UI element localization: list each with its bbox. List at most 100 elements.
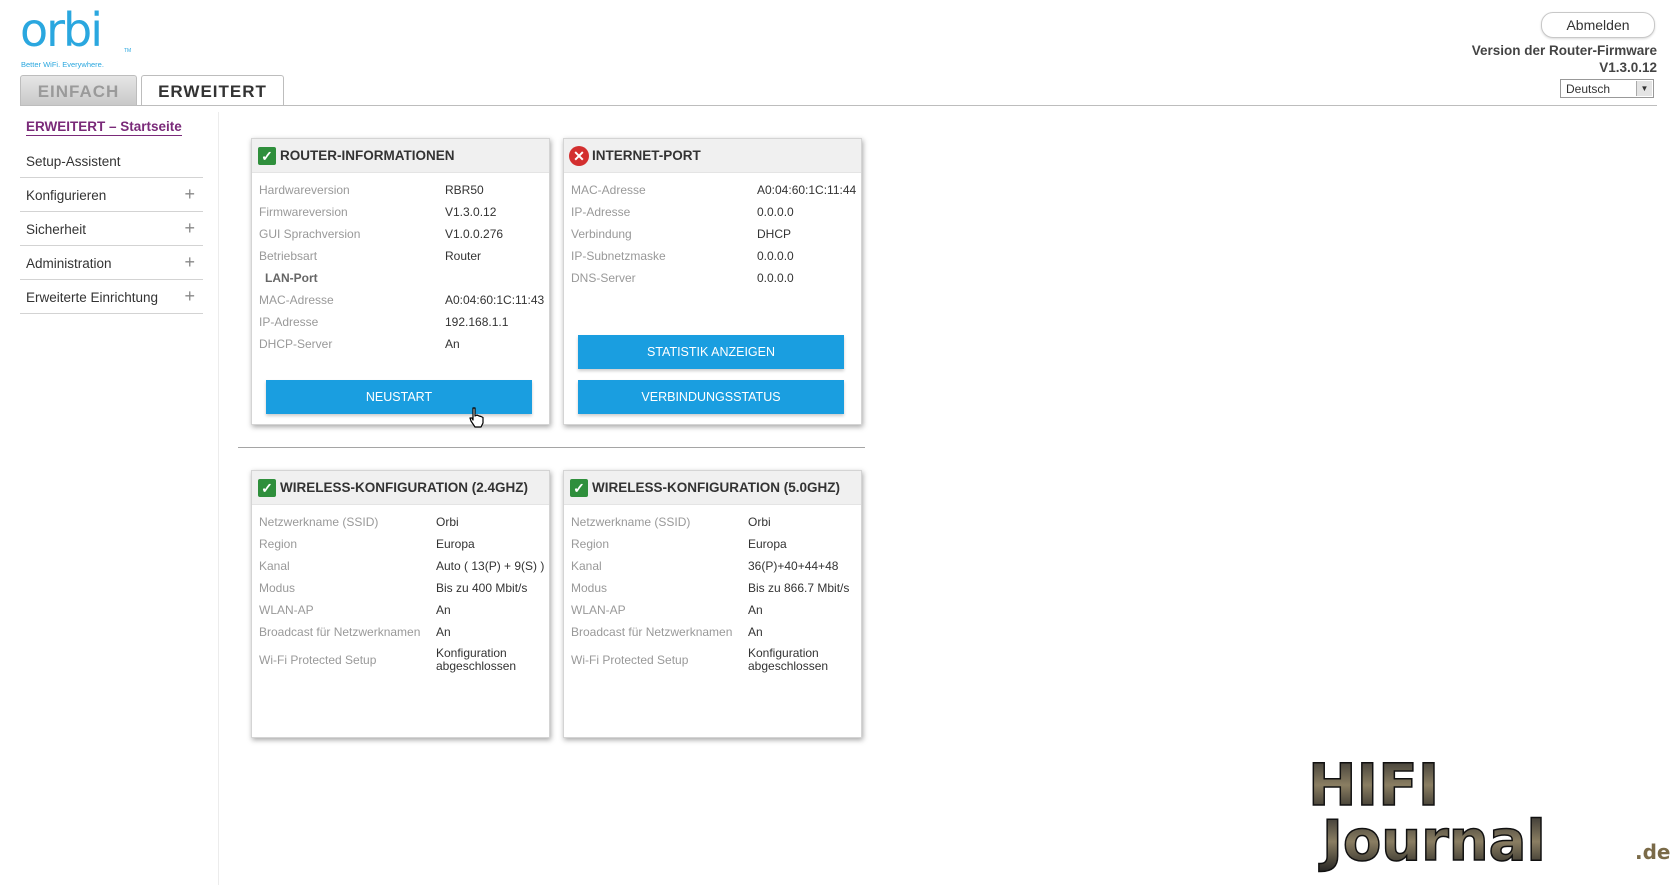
lan-port-heading: LAN-Port bbox=[265, 271, 318, 285]
tab-einfach[interactable]: EINFACH bbox=[20, 75, 137, 105]
section-divider bbox=[238, 447, 865, 448]
sidebar-item-configure[interactable]: Konfigurieren + bbox=[20, 178, 203, 212]
sidebar-separator bbox=[218, 112, 219, 885]
row-value: An bbox=[748, 603, 763, 617]
row-value: Europa bbox=[748, 537, 787, 551]
row-label: GUI Sprachversion bbox=[259, 227, 361, 241]
row-label: Broadcast für Netzwerknamen bbox=[571, 625, 733, 639]
row-value: Konfiguration abgeschlossen bbox=[436, 646, 517, 673]
row-label: Kanal bbox=[259, 559, 290, 573]
row-value: 0.0.0.0 bbox=[757, 271, 794, 285]
sidebar-item-label: Administration bbox=[26, 256, 112, 271]
row-label: DNS-Server bbox=[571, 271, 636, 285]
firmware-version: V1.3.0.12 bbox=[1599, 60, 1657, 75]
row-value: DHCP bbox=[757, 227, 792, 241]
row-value: Bis zu 866.7 Mbit/s bbox=[748, 581, 850, 595]
panel-title: WIRELESS-KONFIGURATION (5.0GHZ) bbox=[592, 480, 840, 495]
sidebar-item-home[interactable]: ERWEITERT – Startseite bbox=[26, 119, 182, 136]
row-value: V1.0.0.276 bbox=[445, 227, 504, 241]
wireless-50ghz-panel: ✓ WIRELESS-KONFIGURATION (5.0GHZ) Netzwe… bbox=[563, 470, 862, 738]
logo-trademark: TM bbox=[124, 48, 132, 54]
sidebar-item-label: Konfigurieren bbox=[26, 188, 107, 203]
row-value: RBR50 bbox=[445, 183, 484, 197]
sidebar-item-security[interactable]: Sicherheit + bbox=[20, 212, 203, 246]
row-label: Wi-Fi Protected Setup bbox=[571, 653, 689, 667]
row-value: 36(P)+40+44+48 bbox=[748, 559, 839, 573]
watermark-line2: Journal bbox=[1318, 809, 1546, 874]
row-value: Bis zu 400 Mbit/s bbox=[436, 581, 528, 595]
row-value: 0.0.0.0 bbox=[757, 249, 794, 263]
language-value: Deutsch bbox=[1566, 82, 1611, 96]
row-value: An bbox=[436, 603, 451, 617]
sidebar-item-label: Sicherheit bbox=[26, 222, 87, 237]
orbi-logo: orbi TM Better WiFi. Everywhere. bbox=[20, 3, 132, 70]
row-value: Router bbox=[445, 249, 482, 263]
reboot-button[interactable]: NEUSTART bbox=[266, 380, 532, 414]
router-info-panel: ✓ ROUTER-INFORMATIONEN Hardwareversion R… bbox=[251, 138, 550, 428]
watermark-suffix: .de bbox=[1635, 840, 1670, 864]
dropdown-arrow-icon[interactable]: ▼ bbox=[1636, 81, 1652, 96]
row-value: An bbox=[445, 337, 460, 351]
row-value: Konfiguration abgeschlossen bbox=[748, 646, 829, 673]
row-label: Kanal bbox=[571, 559, 602, 573]
row-label: IP-Adresse bbox=[571, 205, 631, 219]
hand-cursor-icon bbox=[469, 407, 484, 428]
row-value: A0:04:60:1C:11:44 bbox=[757, 183, 857, 197]
internet-port-panel: ✕ INTERNET-PORT MAC-Adresse A0:04:60:1C:… bbox=[563, 138, 862, 425]
panel-header: ✓ ROUTER-INFORMATIONEN bbox=[252, 139, 549, 173]
row-label: Modus bbox=[259, 581, 296, 595]
row-value: V1.3.0.12 bbox=[445, 205, 497, 219]
row-label: Wi-Fi Protected Setup bbox=[259, 653, 377, 667]
check-icon: ✓ bbox=[258, 479, 276, 497]
row-label: MAC-Adresse bbox=[571, 183, 646, 197]
row-value: 192.168.1.1 bbox=[445, 315, 509, 329]
show-statistics-button[interactable]: STATISTIK ANZEIGEN bbox=[578, 335, 844, 369]
connection-status-button[interactable]: VERBINDUNGSSTATUS bbox=[578, 380, 844, 414]
sidebar-item-setup-assistant[interactable]: Setup-Assistent bbox=[20, 144, 203, 178]
panel-header: ✓ WIRELESS-KONFIGURATION (5.0GHZ) bbox=[564, 471, 861, 505]
row-label: Region bbox=[259, 537, 298, 551]
row-label: Hardwareversion bbox=[259, 183, 350, 197]
expand-plus-icon[interactable]: + bbox=[184, 252, 195, 273]
sidebar-item-advanced-setup[interactable]: Erweiterte Einrichtung + bbox=[20, 280, 203, 314]
row-value: Europa bbox=[436, 537, 475, 551]
panel-title: INTERNET-PORT bbox=[592, 148, 701, 163]
row-label: WLAN-AP bbox=[259, 603, 314, 617]
error-x-icon: ✕ bbox=[569, 146, 589, 166]
header-divider bbox=[20, 105, 1657, 106]
row-label: DHCP-Server bbox=[259, 337, 333, 351]
row-value: Orbi bbox=[436, 515, 459, 529]
tab-erweitert[interactable]: ERWEITERT bbox=[141, 75, 284, 106]
row-label: Netzwerkname (SSID) bbox=[571, 515, 691, 529]
row-label: WLAN-AP bbox=[571, 603, 626, 617]
row-label: IP-Subnetzmaske bbox=[571, 249, 666, 263]
row-label: Region bbox=[571, 537, 610, 551]
wireless-24ghz-panel: ✓ WIRELESS-KONFIGURATION (2.4GHZ) Netzwe… bbox=[251, 470, 550, 738]
sidebar-item-administration[interactable]: Administration + bbox=[20, 246, 203, 280]
row-value: 0.0.0.0 bbox=[757, 205, 794, 219]
row-label: Betriebsart bbox=[259, 249, 318, 263]
row-label: Verbindung bbox=[571, 227, 632, 241]
row-value: Orbi bbox=[748, 515, 771, 529]
row-value: Auto ( 13(P) + 9(S) ) bbox=[436, 559, 545, 573]
expand-plus-icon[interactable]: + bbox=[184, 286, 195, 307]
expand-plus-icon[interactable]: + bbox=[184, 184, 195, 205]
panel-title: ROUTER-INFORMATIONEN bbox=[280, 148, 455, 163]
check-icon: ✓ bbox=[570, 479, 588, 497]
expand-plus-icon[interactable]: + bbox=[184, 218, 195, 239]
language-select[interactable]: Deutsch ▼ bbox=[1560, 79, 1654, 98]
row-label: MAC-Adresse bbox=[259, 293, 334, 307]
row-label: Netzwerkname (SSID) bbox=[259, 515, 379, 529]
check-icon: ✓ bbox=[258, 147, 276, 165]
row-label: Broadcast für Netzwerknamen bbox=[259, 625, 421, 639]
row-value: An bbox=[748, 625, 763, 639]
row-label: Modus bbox=[571, 581, 608, 595]
logout-button[interactable]: Abmelden bbox=[1541, 12, 1655, 38]
sidebar-item-label: Setup-Assistent bbox=[26, 154, 121, 169]
panel-header: ✓ WIRELESS-KONFIGURATION (2.4GHZ) bbox=[252, 471, 549, 505]
logo-tagline: Better WiFi. Everywhere. bbox=[21, 60, 104, 69]
sidebar-item-label: Erweiterte Einrichtung bbox=[26, 290, 159, 305]
row-label: IP-Adresse bbox=[259, 315, 319, 329]
logo-wordmark: orbi bbox=[20, 3, 103, 57]
panel-title: WIRELESS-KONFIGURATION (2.4GHZ) bbox=[280, 480, 528, 495]
